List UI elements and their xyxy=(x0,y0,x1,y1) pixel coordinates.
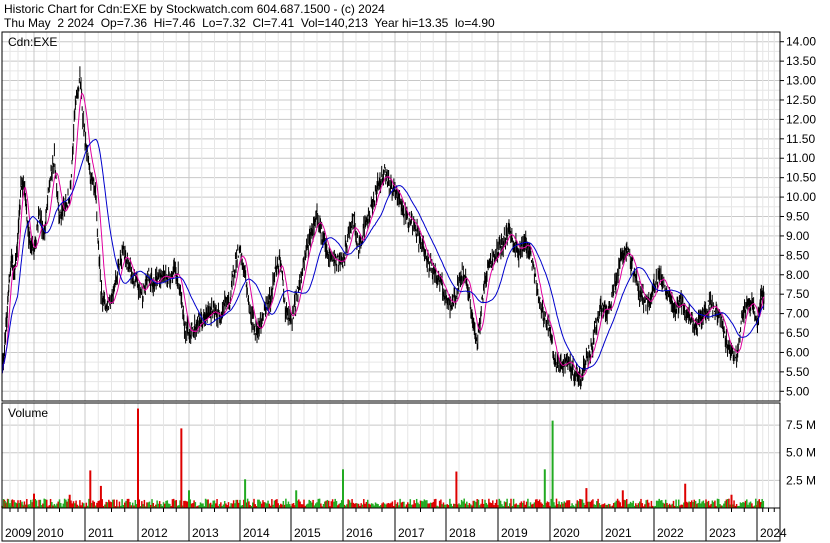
stock-chart: Cdn:EXE Volume 14.00 13.50 13.00 12.50 12.00… xyxy=(1,31,816,542)
year-label: 2012 xyxy=(141,526,168,540)
ma-short-line xyxy=(1,92,765,378)
time-axis: 2009 2010 2011 2012 2013 2014 2015 2016 2017 2018… xyxy=(1,508,787,541)
year-label: 2018 xyxy=(449,526,476,540)
year-label: 2016 xyxy=(346,526,373,540)
price-tick-label: 11.00 xyxy=(786,151,815,165)
year-label: 2020 xyxy=(553,526,580,540)
price-tick-label: 6.50 xyxy=(786,326,810,340)
price-tick-label: 10.00 xyxy=(786,190,816,204)
price-tick-label: 7.50 xyxy=(786,287,810,301)
volume-panel-label: Volume xyxy=(8,406,48,420)
year-label: 2017 xyxy=(398,526,425,540)
price-panel-label: Cdn:EXE xyxy=(8,35,57,49)
price-tick-label: 9.00 xyxy=(786,229,810,243)
year-label: 2015 xyxy=(294,526,321,540)
year-label: 2009 xyxy=(5,526,32,540)
price-tick-label: 13.00 xyxy=(786,74,816,88)
year-label: 2022 xyxy=(657,526,684,540)
price-tick-label: 9.50 xyxy=(786,210,810,224)
price-tick-label: 8.00 xyxy=(786,268,810,282)
price-tick-label: 14.00 xyxy=(786,35,816,49)
price-tick-label: 11.50 xyxy=(786,132,815,146)
volume-panel-frame xyxy=(1,402,781,509)
price-tick-label: 13.50 xyxy=(786,54,816,68)
moving-averages xyxy=(1,92,765,378)
year-label: 2024 xyxy=(760,526,787,540)
year-label: 2019 xyxy=(501,526,528,540)
price-bars xyxy=(1,66,765,390)
year-label: 2023 xyxy=(709,526,736,540)
volume-tick-label: 2.5 M xyxy=(786,473,816,487)
price-axis: 14.00 13.50 13.00 12.50 12.00 11.50 11.00 10.50… xyxy=(780,35,816,398)
price-tick-label: 7.00 xyxy=(786,307,810,321)
year-label: 2011 xyxy=(88,526,114,540)
price-tick-label: 5.50 xyxy=(786,365,810,379)
price-tick-label: 10.50 xyxy=(786,171,816,185)
year-label: 2014 xyxy=(243,526,270,540)
year-label: 2013 xyxy=(192,526,219,540)
volume-tick-label: 5.0 M xyxy=(786,446,816,460)
price-tick-label: 8.50 xyxy=(786,248,810,262)
price-tick-label: 5.00 xyxy=(786,384,810,398)
year-label: 2010 xyxy=(37,526,64,540)
volume-tick-label: 7.5 M xyxy=(786,418,816,432)
volume-bars xyxy=(1,408,765,508)
price-tick-label: 12.50 xyxy=(786,93,816,107)
price-tick-label: 12.00 xyxy=(786,112,816,126)
price-tick-label: 6.00 xyxy=(786,345,810,359)
year-label: 2021 xyxy=(605,526,632,540)
volume-axis: 7.5 M 5.0 M 2.5 M xyxy=(786,418,816,487)
